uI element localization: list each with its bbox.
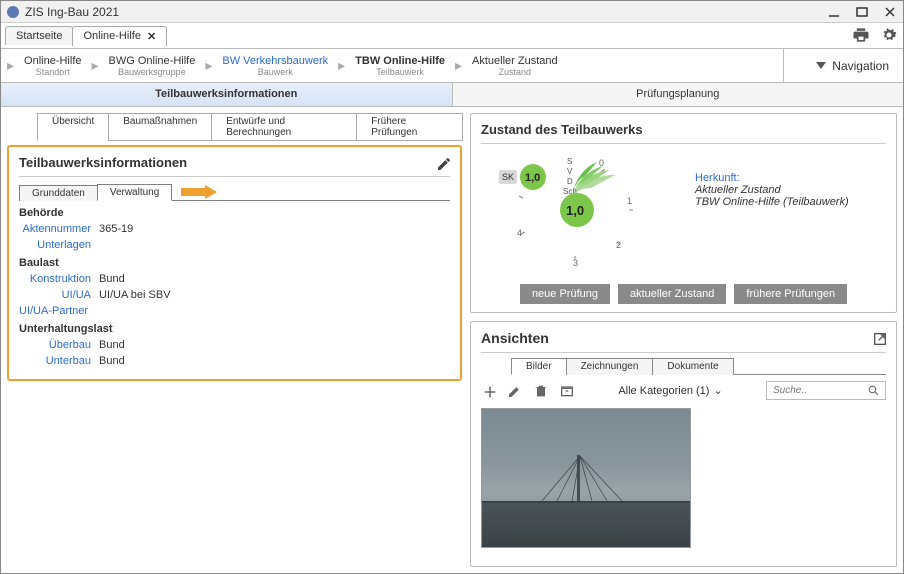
sub-tabs: Übersicht Baumaßnahmen Entwürfe und Bere… [37, 113, 462, 141]
chevron-down-icon [816, 62, 826, 69]
unterlagen-link[interactable]: Unterlagen [19, 239, 99, 251]
edit-icon[interactable] [507, 383, 523, 399]
inner-tab-verwaltung[interactable]: Verwaltung [97, 184, 172, 201]
ueberbau-label[interactable]: Überbau [19, 339, 99, 351]
sub-tab-pruefungen[interactable]: Frühere Prüfungen [356, 113, 463, 141]
unterbau-value: Bund [99, 355, 125, 367]
unterbau-label[interactable]: Unterbau [19, 355, 99, 367]
breadcrumb-bauwerk[interactable]: BW VerkehrsbauwerkBauwerk [214, 55, 336, 77]
svg-text:D: D [567, 177, 573, 186]
chevron-right-icon: ▸ [453, 57, 464, 74]
chevron-right-icon[interactable]: ▸ [5, 57, 16, 74]
ansichten-card: Ansichten Bilder Zeichnungen Dokumente A… [470, 321, 897, 567]
document-tabs: Startseite Online-Hilfe ✕ [1, 23, 903, 49]
gear-icon[interactable] [879, 25, 897, 43]
tab-startseite[interactable]: Startseite [5, 26, 73, 45]
behoerde-heading: Behörde [19, 207, 450, 219]
navigation-toggle[interactable]: Navigation [783, 49, 903, 82]
teilbauwerksinfo-card: Teilbauwerksinformationen Grunddaten Ver… [7, 145, 462, 381]
chevron-right-icon: ▸ [90, 57, 101, 74]
ueberbau-value: Bund [99, 339, 125, 351]
ans-tab-bilder[interactable]: Bilder [511, 358, 567, 375]
svg-text:V: V [567, 167, 573, 176]
popout-icon[interactable] [872, 331, 886, 345]
svg-text:SK: SK [502, 172, 514, 182]
herkunft-block: Herkunft: Aktueller Zustand TBW Online-H… [695, 172, 849, 208]
svg-text:1,0: 1,0 [566, 203, 584, 218]
breadcrumb-standort[interactable]: Online-HilfeStandort [16, 55, 89, 77]
window-minimize-button[interactable] [827, 5, 841, 19]
aktennummer-value: 365-19 [99, 223, 133, 235]
svg-text:S: S [567, 157, 572, 166]
neue-pruefung-button[interactable]: neue Prüfung [520, 284, 610, 304]
konstruktion-value: Bund [99, 273, 125, 285]
card-title: Teilbauwerksinformationen [19, 155, 187, 170]
svg-text:3: 3 [573, 258, 578, 268]
close-icon[interactable]: ✕ [147, 30, 156, 43]
breadcrumb-bauwerksgruppe[interactable]: BWG Online-HilfeBauwerksgruppe [101, 55, 204, 77]
herkunft-label: Herkunft: [695, 172, 849, 184]
sub-tab-baumassnahmen[interactable]: Baumaßnahmen [108, 113, 212, 141]
app-icon [7, 6, 19, 18]
sub-tab-entwuerfe[interactable]: Entwürfe und Berechnungen [211, 113, 357, 141]
delete-icon[interactable] [533, 383, 549, 399]
section-tabs: Teilbauwerksinformationen Prüfungsplanun… [1, 83, 903, 107]
breadcrumb-zustand[interactable]: Aktueller ZustandZustand [464, 55, 566, 77]
section-tab-pruefungsplanung[interactable]: Prüfungsplanung [453, 83, 904, 106]
search-icon[interactable] [867, 384, 880, 397]
breadcrumb-row: ▸ Online-HilfeStandort ▸ BWG Online-Hilf… [1, 49, 903, 83]
chevron-right-icon: ▸ [203, 57, 214, 74]
uiua-partner-link[interactable]: UI/UA-Partner [19, 305, 96, 317]
kategorien-select[interactable]: Alle Kategorien (1) ⌄ [618, 384, 722, 397]
baulast-heading: Baulast [19, 257, 450, 269]
image-thumbnail[interactable] [481, 408, 691, 548]
unterhaltungslast-heading: Unterhaltungslast [19, 323, 450, 335]
konstruktion-label[interactable]: Konstruktion [19, 273, 99, 285]
svg-text:2: 2 [616, 240, 621, 250]
zustand-gauge: 0 1 2 3 4 [481, 154, 681, 274]
title-bar: ZIS Ing-Bau 2021 [1, 1, 903, 23]
breadcrumb-teilbauwerk[interactable]: TBW Online-HilfeTeilbauwerk [347, 55, 453, 77]
svg-text:1,0: 1,0 [525, 172, 540, 184]
svg-text:4: 4 [517, 228, 522, 238]
inner-tab-grunddaten[interactable]: Grunddaten [19, 185, 98, 201]
chevron-down-icon: ⌄ [713, 384, 722, 397]
archive-icon[interactable] [559, 383, 575, 399]
aktueller-zustand-button[interactable]: aktueller Zustand [618, 284, 726, 304]
arrow-indicator-icon [181, 185, 217, 199]
add-icon[interactable] [481, 383, 497, 399]
app-title: ZIS Ing-Bau 2021 [25, 5, 119, 19]
aktennummer-label[interactable]: Aktennummer [19, 223, 99, 235]
sub-tab-uebersicht[interactable]: Übersicht [37, 113, 109, 141]
window-close-button[interactable] [883, 5, 897, 19]
tab-online-hilfe[interactable]: Online-Hilfe ✕ [72, 26, 167, 46]
window-maximize-button[interactable] [855, 5, 869, 19]
zustand-card: Zustand des Teilbauwerks 0 1 2 3 4 [470, 113, 897, 313]
uiua-label[interactable]: UI/UA [19, 289, 99, 301]
print-icon[interactable] [851, 25, 869, 43]
svg-text:1: 1 [627, 196, 632, 206]
search-box[interactable] [766, 381, 886, 400]
chevron-right-icon: ▸ [336, 57, 347, 74]
ansichten-title: Ansichten [481, 330, 549, 346]
fruehere-pruefungen-button[interactable]: frühere Prüfungen [734, 284, 847, 304]
zustand-title: Zustand des Teilbauwerks [481, 122, 643, 137]
uiua-value: UI/UA bei SBV [99, 289, 171, 301]
search-input[interactable] [773, 385, 863, 396]
section-tab-teilbauwerksinfo[interactable]: Teilbauwerksinformationen [1, 83, 453, 106]
edit-icon[interactable] [436, 156, 450, 170]
ans-tab-zeichnungen[interactable]: Zeichnungen [566, 358, 654, 375]
ans-tab-dokumente[interactable]: Dokumente [652, 358, 733, 375]
